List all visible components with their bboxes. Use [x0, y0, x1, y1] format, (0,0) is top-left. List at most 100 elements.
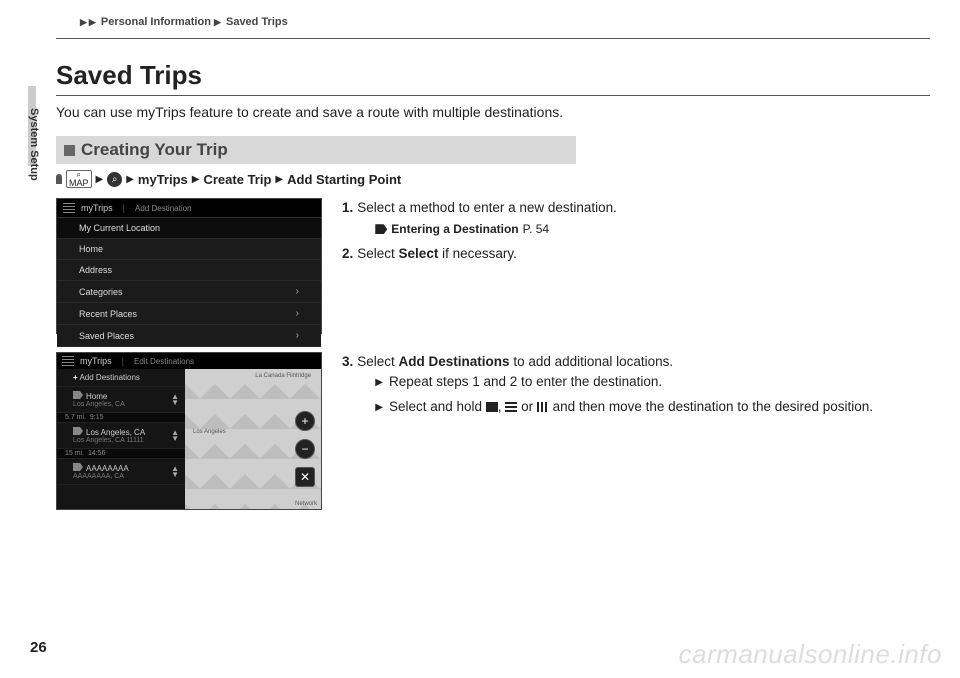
chevron-right-icon: ▶ — [126, 174, 134, 185]
map-label: La Canada Flintridge — [255, 373, 311, 379]
pin-icon — [56, 174, 62, 184]
map-button-icon: ⌕ MAP — [66, 170, 92, 188]
step-list: 3. Select Add Destinations to add additi… — [342, 352, 930, 510]
reorder-icon: ▲▼ — [171, 466, 179, 478]
screenshot-header: myTrips | Add Destination — [57, 199, 321, 218]
screenshot-edit-destinations: myTrips | Edit Destinations + Add Destin… — [56, 352, 322, 510]
text: and then move the destination to the des… — [549, 399, 873, 414]
add-dest-label: Add Destinations — [79, 373, 139, 382]
xref-icon — [375, 224, 387, 234]
sub-step-text: Repeat steps 1 and 2 to enter the destin… — [389, 372, 662, 392]
screenshot-tab: myTrips — [81, 203, 113, 213]
breadcrumb-item: Saved Trips — [226, 16, 288, 28]
distance: 5.7 mi. — [65, 414, 86, 421]
dest-name: AAAAAAAA — [86, 464, 129, 473]
xref-title: Entering a Destination — [391, 220, 518, 238]
flag-checkered-icon — [505, 402, 517, 412]
reorder-icon: ▲▼ — [171, 394, 179, 406]
breadcrumb: ▶▶ Personal Information ▶ Saved Trips — [80, 16, 288, 28]
sub-step-text: Select and hold , or and then move the d… — [389, 397, 873, 417]
flag-solid-icon — [486, 402, 498, 412]
chevron-right-icon: ▶ — [275, 174, 283, 185]
chevron-right-icon: ▶ — [214, 17, 221, 27]
list-item: Saved Places › — [57, 325, 321, 347]
chevron-right-icon: › — [296, 286, 299, 297]
chevron-right-icon: ▶ — [375, 400, 383, 417]
cross-reference: Entering a Destination P. 54 — [375, 220, 617, 238]
xref-page: P. 54 — [523, 220, 549, 238]
time: 9:15 — [90, 414, 104, 421]
segment-info: 5.7 mi. 9:15 — [57, 413, 185, 423]
page-content: Saved Trips You can use myTrips feature … — [56, 60, 930, 528]
sub-step: ▶ Select and hold , or and then move the… — [375, 397, 873, 417]
instruction-row: myTrips | Add Destination My Current Loc… — [56, 198, 930, 334]
chevron-right-icon: ▶ — [96, 174, 104, 185]
side-section-label: System Setup — [28, 108, 40, 181]
network-icon: ✕ — [295, 467, 315, 487]
square-icon — [64, 145, 75, 156]
reorder-icon: ▲▼ — [171, 430, 179, 442]
step-text: Select — [357, 354, 398, 369]
dest-name: Los Angeles, CA — [86, 428, 145, 437]
menu-icon — [63, 203, 75, 213]
screenshot-add-destination: myTrips | Add Destination My Current Loc… — [56, 198, 322, 334]
step-text: if necessary. — [438, 246, 517, 261]
dest-sub: Los Angeles, CA — [73, 401, 125, 408]
add-destinations-row: + Add Destinations — [57, 369, 185, 387]
step-number: 1. — [342, 198, 353, 238]
sub-step: ▶ Repeat steps 1 and 2 to enter the dest… — [375, 372, 873, 392]
distance: 15 mi. — [65, 450, 84, 457]
path-step: Add Starting Point — [287, 172, 401, 187]
screenshot-tab: myTrips — [80, 356, 112, 366]
instruction-row: myTrips | Edit Destinations + Add Destin… — [56, 352, 930, 510]
destination-list: + Add Destinations HomeLos Angeles, CA ▲… — [57, 369, 185, 509]
list-label: Saved Places — [79, 331, 134, 341]
dest-name: Home — [86, 392, 107, 401]
page-number: 26 — [30, 639, 47, 656]
step-item: 3. Select Add Destinations to add additi… — [342, 352, 930, 421]
screenshot-subtitle: Edit Destinations — [134, 357, 194, 366]
chevron-right-icon: › — [296, 330, 299, 341]
map-preview: La Canada Flintridge Los Angeles + − ✕ N… — [185, 369, 321, 509]
destination-item: Los Angeles, CALos Angeles, CA 11111 ▲▼ — [57, 423, 185, 449]
flag-striped-icon — [537, 402, 549, 412]
step-number: 3. — [342, 352, 353, 421]
flag-icon — [73, 391, 83, 399]
list-label: Home — [79, 244, 103, 254]
step-text: Select a method to enter a new destinati… — [357, 200, 617, 215]
map-chip-label: MAP — [69, 179, 89, 187]
map-label: Network — [295, 501, 317, 507]
map-label: Los Angeles — [193, 429, 226, 435]
zoom-out-icon: − — [295, 439, 315, 459]
flag-icon — [73, 463, 83, 471]
ui-label: Add Destinations — [399, 354, 510, 369]
list-label: Categories — [79, 287, 123, 297]
flag-icon — [73, 427, 83, 435]
zoom-in-icon: + — [295, 411, 315, 431]
list-item: My Current Location — [57, 218, 321, 239]
chevron-right-icon: ▶ — [89, 17, 96, 27]
divider: | — [122, 356, 124, 366]
text: , — [498, 399, 506, 414]
step-text: to add additional locations. — [510, 354, 674, 369]
step-list: 1. Select a method to enter a new destin… — [342, 198, 930, 334]
text: Select and hold — [389, 399, 486, 414]
list-item: Address — [57, 260, 321, 281]
path-step: Create Trip — [203, 172, 271, 187]
divider — [56, 95, 930, 96]
step-item: 2. Select Select if necessary. — [342, 244, 930, 264]
section-title: Creating Your Trip — [81, 140, 228, 160]
divider: | — [123, 203, 125, 213]
step-text: Select — [357, 246, 398, 261]
screenshot-subtitle: Add Destination — [135, 204, 191, 213]
path-step: myTrips — [138, 172, 188, 187]
list-item: Categories › — [57, 281, 321, 303]
segment-info: 15 mi. 14:56 — [57, 449, 185, 459]
section-header: Creating Your Trip — [56, 136, 576, 164]
chevron-right-icon: › — [296, 308, 299, 319]
ui-label: Select — [399, 246, 439, 261]
chevron-right-icon: ▶ — [375, 375, 383, 392]
time: 14:56 — [88, 450, 106, 457]
list-item: Home — [57, 239, 321, 260]
text: or — [517, 399, 537, 414]
